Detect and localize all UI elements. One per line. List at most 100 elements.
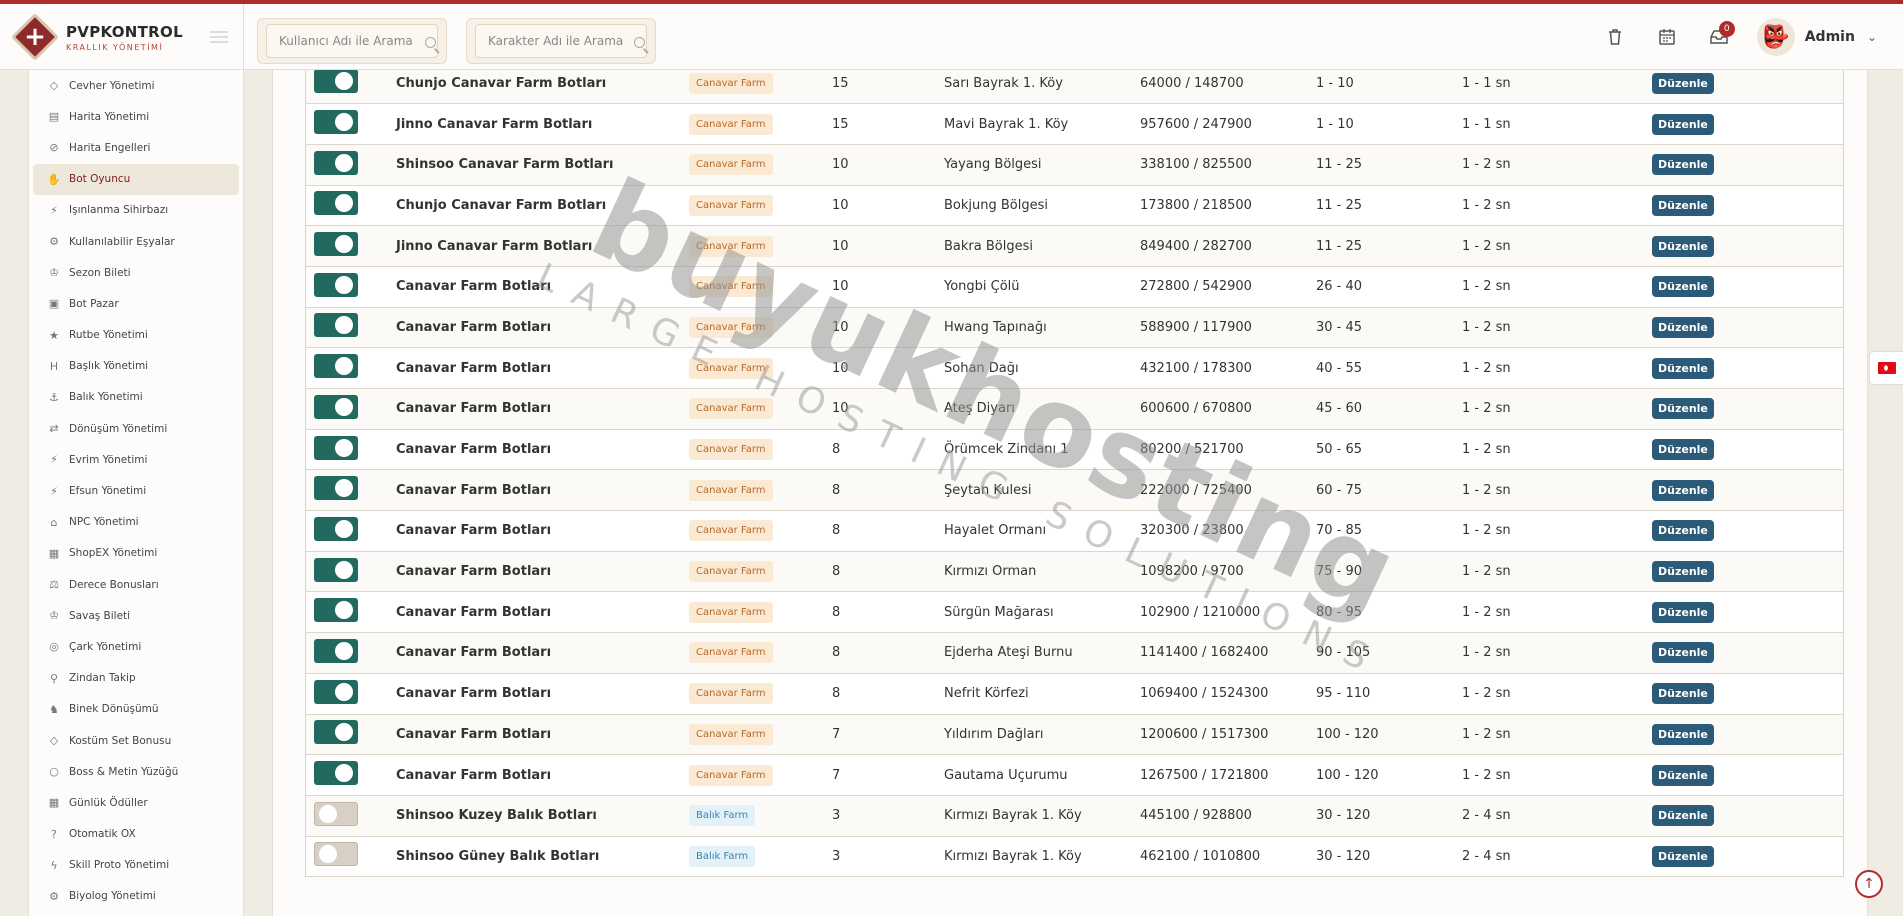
status-toggle[interactable] bbox=[314, 557, 358, 582]
edit-button[interactable]: Düzenle bbox=[1652, 764, 1714, 786]
edit-button[interactable]: Düzenle bbox=[1652, 154, 1714, 176]
status-toggle[interactable] bbox=[314, 150, 358, 175]
bot-count: 7 bbox=[832, 726, 841, 742]
bot-name: Jinno Canavar Farm Botları bbox=[396, 238, 593, 254]
sidebar-item[interactable]: ♔ Sezon Bileti bbox=[33, 257, 239, 288]
sidebar-item[interactable]: ★ Rutbe Yönetimi bbox=[33, 320, 239, 351]
map-name: Sürgün Mağarası bbox=[944, 604, 1054, 620]
edit-button[interactable]: Düzenle bbox=[1652, 194, 1714, 216]
table-row: Canavar Farm Botları Canavar Farm 10 Ateş D… bbox=[306, 388, 1843, 430]
status-toggle[interactable] bbox=[314, 842, 358, 867]
sidebar-item[interactable]: ○ Boss & Metin Yüzüğü bbox=[33, 756, 239, 787]
edit-button[interactable]: Düzenle bbox=[1652, 601, 1714, 623]
sidebar-item[interactable]: ⚡ Işınlanma Sihirbazı bbox=[33, 195, 239, 226]
sidebar-item[interactable]: ⚖ Derece Bonusları bbox=[33, 569, 239, 600]
sidebar-item[interactable]: ? Otomatik OX bbox=[33, 819, 239, 850]
bot-name: Canavar Farm Botları bbox=[396, 401, 552, 417]
edit-button[interactable]: Düzenle bbox=[1652, 805, 1714, 827]
status-toggle[interactable] bbox=[314, 476, 358, 501]
edit-button[interactable]: Düzenle bbox=[1652, 642, 1714, 664]
coordinates: 1098200 / 9700 bbox=[1140, 564, 1244, 580]
status-toggle[interactable] bbox=[314, 354, 358, 379]
chevron-down-icon[interactable]: ⌄ bbox=[1867, 30, 1877, 44]
sidebar-item[interactable]: ▤ Harita Yönetimi bbox=[33, 101, 239, 132]
brand[interactable]: + PVPKONTROL KRALLIK YÖNETİMİ bbox=[0, 4, 244, 70]
sidebar-item[interactable]: ⚡ Efsun Yönetimi bbox=[33, 475, 239, 506]
scroll-top-button[interactable]: ↑ bbox=[1855, 870, 1883, 898]
edit-button[interactable]: Düzenle bbox=[1652, 72, 1714, 94]
balance-icon: ⚖ bbox=[49, 578, 59, 592]
status-toggle[interactable] bbox=[314, 720, 358, 745]
edit-button[interactable]: Düzenle bbox=[1652, 479, 1714, 501]
menu-toggle-icon[interactable] bbox=[210, 31, 228, 43]
sidebar-item[interactable]: ▦ Günlük Ödüller bbox=[33, 787, 239, 818]
sidebar-item[interactable]: ⚙ Kullanılabilir Eşyalar bbox=[33, 226, 239, 257]
delay: 1 - 2 sn bbox=[1462, 319, 1511, 335]
building-icon: ⌂ bbox=[50, 515, 58, 529]
type-badge: Canavar Farm bbox=[689, 357, 773, 379]
status-toggle[interactable] bbox=[314, 801, 358, 826]
sidebar-item-label: Bot Pazar bbox=[69, 297, 119, 310]
sidebar-item[interactable]: ◇ Kostüm Set Bonusu bbox=[33, 725, 239, 756]
edit-button[interactable]: Düzenle bbox=[1652, 276, 1714, 298]
status-toggle[interactable] bbox=[314, 110, 358, 135]
sidebar-item[interactable]: ▦ ShopEX Yönetimi bbox=[33, 538, 239, 569]
status-toggle[interactable] bbox=[314, 598, 358, 623]
status-toggle[interactable] bbox=[314, 272, 358, 297]
user-name[interactable]: Admin bbox=[1805, 29, 1855, 45]
search-icon[interactable] bbox=[425, 37, 436, 48]
sidebar-item-label: Işınlanma Sihirbazı bbox=[69, 204, 169, 217]
type-badge: Canavar Farm bbox=[689, 194, 773, 216]
avatar[interactable]: 👺 bbox=[1756, 18, 1795, 56]
character-search-input[interactable] bbox=[475, 24, 647, 58]
edit-button[interactable]: Düzenle bbox=[1652, 723, 1714, 745]
status-toggle[interactable] bbox=[314, 638, 358, 663]
sidebar-item[interactable]: ⌂ NPC Yönetimi bbox=[33, 507, 239, 538]
edit-button[interactable]: Düzenle bbox=[1652, 113, 1714, 135]
language-selector[interactable] bbox=[1869, 351, 1903, 385]
status-toggle[interactable] bbox=[314, 435, 358, 460]
sidebar-item[interactable]: ◎ Çark Yönetimi bbox=[33, 631, 239, 662]
status-toggle[interactable] bbox=[314, 232, 358, 257]
sidebar-item[interactable]: H Başlık Yönetimi bbox=[33, 351, 239, 382]
sidebar-item-label: Biyolog Yönetimi bbox=[69, 890, 156, 903]
search-icon[interactable] bbox=[634, 37, 645, 48]
trash-icon[interactable] bbox=[1595, 17, 1635, 57]
sidebar-item[interactable]: ⚡ Evrim Yönetimi bbox=[33, 444, 239, 475]
status-toggle[interactable] bbox=[314, 313, 358, 338]
status-toggle[interactable] bbox=[314, 761, 358, 786]
sidebar-item[interactable]: ♞ Binek Dönüşümü bbox=[33, 694, 239, 725]
edit-button[interactable]: Düzenle bbox=[1652, 235, 1714, 257]
status-toggle[interactable] bbox=[314, 191, 358, 216]
sidebar-item[interactable]: ▣ Bot Pazar bbox=[33, 288, 239, 319]
coordinates: 588900 / 117900 bbox=[1140, 319, 1252, 335]
calendar-icon[interactable] bbox=[1647, 17, 1687, 57]
edit-button[interactable]: Düzenle bbox=[1652, 398, 1714, 420]
status-toggle[interactable] bbox=[314, 69, 358, 94]
trophy-icon: ♔ bbox=[49, 609, 59, 623]
star-icon: ★ bbox=[49, 328, 59, 342]
brand-subtitle: KRALLIK YÖNETİMİ bbox=[66, 42, 164, 52]
sidebar-item[interactable]: ◇ Cevher Yönetimi bbox=[33, 70, 239, 101]
sidebar-item[interactable]: ♔ Savaş Bileti bbox=[33, 600, 239, 631]
edit-button[interactable]: Düzenle bbox=[1652, 683, 1714, 705]
edit-button[interactable]: Düzenle bbox=[1652, 520, 1714, 542]
sidebar-item[interactable]: ⊘ Harita Engelleri bbox=[33, 132, 239, 163]
bot-count: 15 bbox=[832, 116, 849, 132]
edit-button[interactable]: Düzenle bbox=[1652, 439, 1714, 461]
sidebar-item[interactable]: ⚓ Balık Yönetimi bbox=[33, 382, 239, 413]
status-toggle[interactable] bbox=[314, 394, 358, 419]
edit-button[interactable]: Düzenle bbox=[1652, 561, 1714, 583]
edit-button[interactable]: Düzenle bbox=[1652, 316, 1714, 338]
sidebar-item[interactable]: ⇄ Dönüşüm Yönetimi bbox=[33, 413, 239, 444]
sidebar-item[interactable]: ⚙ Biyolog Yönetimi bbox=[33, 881, 239, 912]
inbox-icon[interactable]: 0 bbox=[1699, 17, 1739, 57]
status-toggle[interactable] bbox=[314, 679, 358, 704]
sidebar-item[interactable]: ϟ Skill Proto Yönetimi bbox=[33, 850, 239, 881]
edit-button[interactable]: Düzenle bbox=[1652, 845, 1714, 867]
sidebar-item[interactable]: ✋ Bot Oyuncu bbox=[33, 163, 239, 195]
status-toggle[interactable] bbox=[314, 516, 358, 541]
sidebar-item[interactable]: ⚲ Zindan Takip bbox=[33, 663, 239, 694]
user-search-input[interactable] bbox=[266, 24, 438, 58]
edit-button[interactable]: Düzenle bbox=[1652, 357, 1714, 379]
